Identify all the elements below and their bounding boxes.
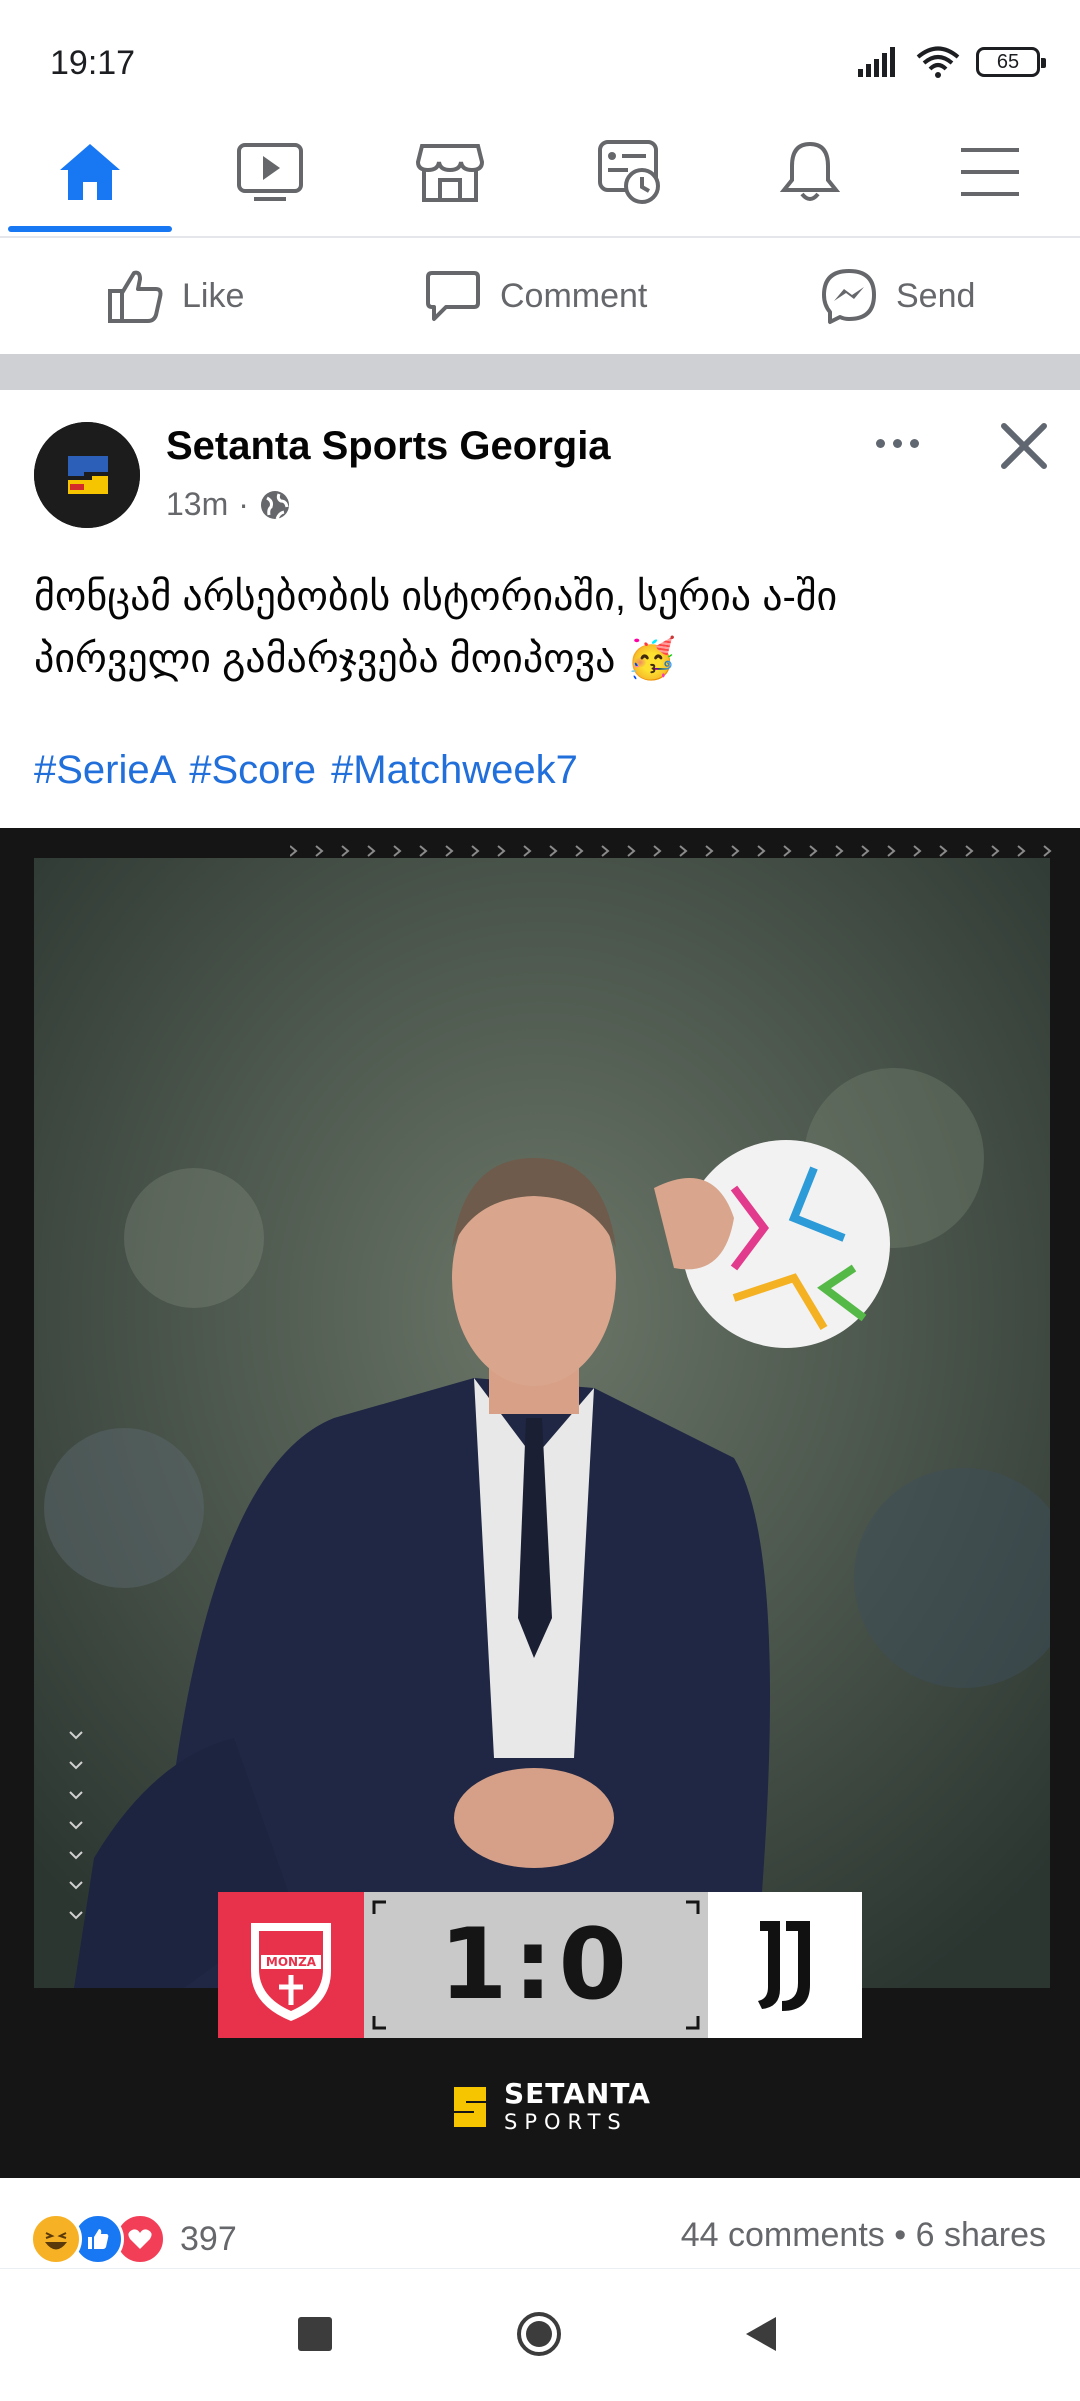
post-text-line: პირველი გამარჯვება მოიპოვა 🥳: [34, 637, 677, 681]
brand-sub: SPORTS: [504, 2110, 628, 2134]
tab-home[interactable]: [0, 110, 180, 234]
battery-icon: 65: [976, 47, 1046, 77]
decorative-chevrons: [69, 1731, 83, 1920]
tab-notifications[interactable]: [720, 110, 900, 234]
brand-name: SETANTA: [504, 2077, 651, 2110]
meta-separator: ·: [238, 486, 249, 522]
signal-icon: [858, 47, 895, 77]
score-display: 1:0: [364, 1892, 708, 2038]
post-text: მონცამ არსებობის ისტორიაში, სერია ა-ში პ…: [34, 566, 1044, 690]
home-team-badge: MONZA: [218, 1892, 364, 2038]
hamburger-menu-icon: [961, 148, 1019, 196]
send-button[interactable]: Send: [820, 238, 975, 354]
post-action-bar: Like Comment Send: [0, 238, 1080, 355]
like-button[interactable]: Like: [106, 238, 244, 354]
post-hashtags[interactable]: #SerieA #Score #Matchweek7: [34, 748, 578, 793]
feed-divider: [0, 354, 1080, 390]
haha-reaction-icon: [30, 2213, 82, 2265]
setanta-logo-icon: [454, 2086, 486, 2127]
post-image[interactable]: MONZA 1:0 SETANTA SPORTS: [0, 828, 1080, 2178]
android-navigation-bar: [0, 2268, 1080, 2401]
close-icon: [1001, 423, 1047, 469]
send-label: Send: [896, 276, 976, 315]
setanta-sports-brand: SETANTA SPORTS: [450, 2080, 651, 2133]
page-avatar[interactable]: [34, 422, 140, 528]
monza-crest-text: MONZA: [266, 1955, 317, 1969]
tab-menu[interactable]: [900, 110, 1080, 234]
photo-manager-with-ball: [34, 858, 1050, 1988]
monza-crest-icon: MONZA: [251, 1923, 331, 2021]
hide-post-button[interactable]: [996, 418, 1052, 474]
reactions-summary[interactable]: 397: [30, 2213, 237, 2265]
more-dots-icon: [875, 438, 885, 448]
more-dot: [909, 438, 919, 448]
tab-feeds[interactable]: [540, 110, 720, 234]
tab-marketplace[interactable]: [360, 110, 540, 234]
active-tab-indicator: [8, 226, 172, 232]
score-frame: [372, 1900, 700, 2030]
comment-button[interactable]: Comment: [424, 238, 647, 354]
more-dot: [892, 438, 902, 448]
post-text-line: მონცამ არსებობის ისტორიაში, სერია ა-ში: [34, 575, 838, 619]
back-button[interactable]: [742, 2315, 778, 2353]
away-team-badge: [708, 1892, 862, 2038]
tab-watch[interactable]: [180, 110, 360, 234]
bell-icon: [779, 141, 841, 201]
shop-icon: [416, 144, 484, 202]
like-icon: [108, 270, 163, 323]
comments-shares-count[interactable]: 44 comments • 6 shares: [681, 2216, 1046, 2255]
scoreboard: MONZA 1:0: [218, 1892, 862, 2038]
post-time: 13m: [166, 486, 229, 522]
top-nav-bar: [0, 110, 1080, 238]
status-icons: 65: [858, 44, 1046, 80]
post-meta: 13m ·: [166, 486, 291, 523]
battery-level: 65: [996, 50, 1020, 73]
home-nav-button[interactable]: [516, 2311, 562, 2357]
status-bar: 19:17 65: [0, 0, 1080, 110]
more-options-button[interactable]: [862, 418, 932, 468]
status-time: 19:17: [50, 44, 136, 82]
back-triangle-icon: [746, 2317, 776, 2351]
globe-icon: [260, 490, 289, 520]
brand-text: SETANTA SPORTS: [504, 2080, 651, 2133]
wifi-icon: [916, 46, 960, 78]
recents-button[interactable]: [298, 2317, 332, 2351]
reaction-count: 397: [180, 2219, 237, 2258]
page-name[interactable]: Setanta Sports Georgia: [166, 424, 611, 469]
home-circle-icon: [517, 2312, 561, 2356]
home-icon: [60, 144, 120, 200]
comment-label: Comment: [500, 276, 648, 315]
messenger-icon: [822, 269, 876, 324]
comment-icon: [426, 271, 480, 321]
juventus-logo-icon: [758, 1921, 810, 2011]
feeds-clock-icon: [598, 140, 660, 204]
video-icon: [237, 143, 303, 201]
like-label: Like: [182, 276, 245, 315]
setanta-logo-avatar: [34, 422, 140, 528]
